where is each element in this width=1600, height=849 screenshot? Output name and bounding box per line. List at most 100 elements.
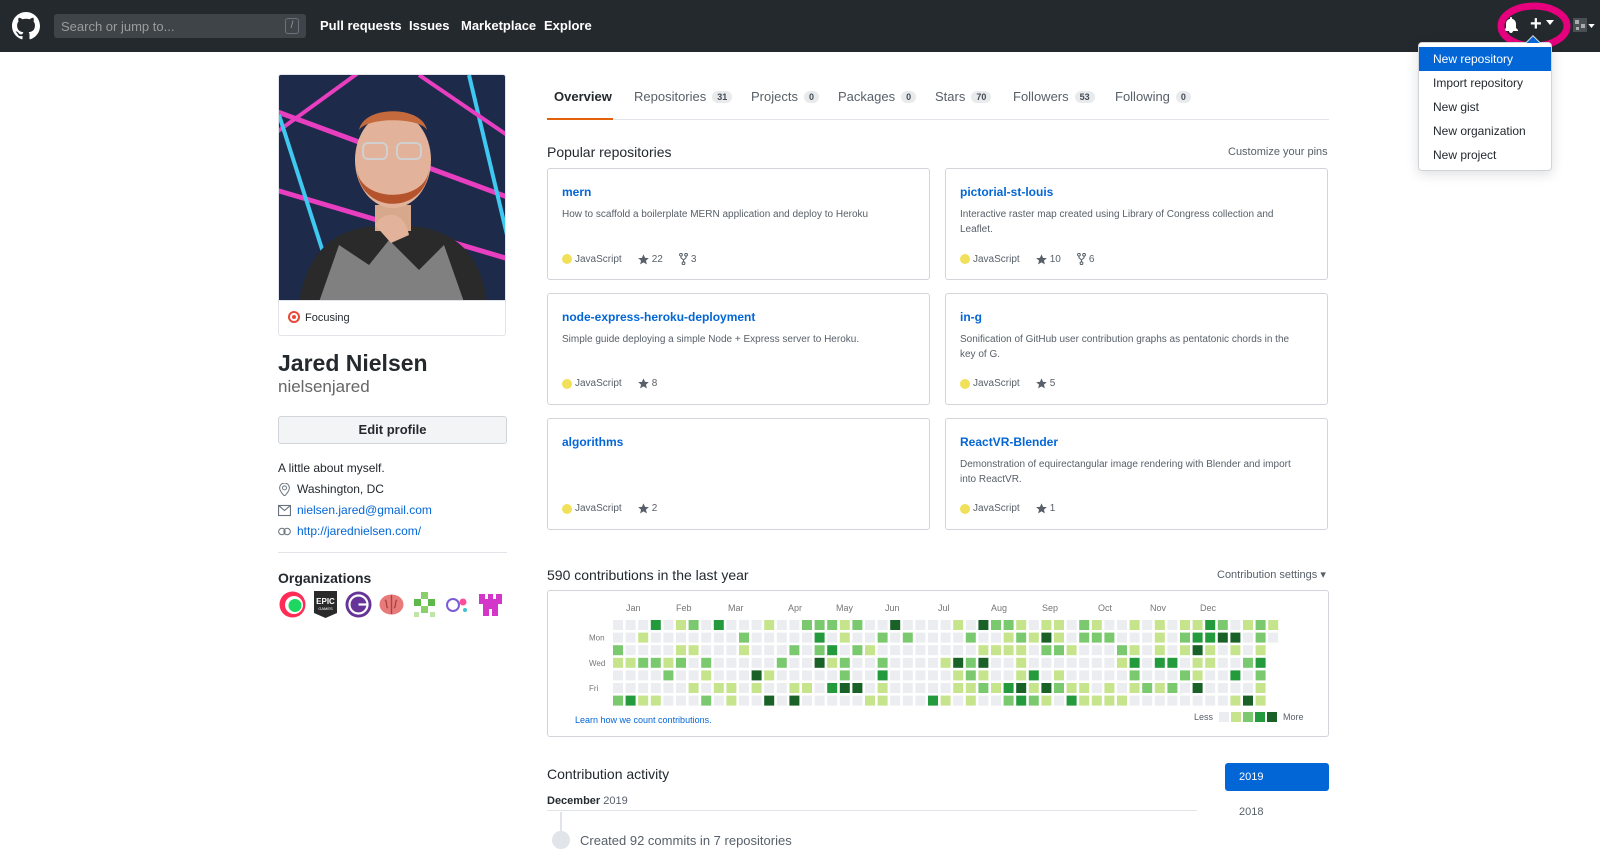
contribution-day-cell[interactable]: [751, 657, 762, 668]
contribution-day-cell[interactable]: [890, 670, 901, 681]
contribution-day-cell[interactable]: [1091, 670, 1102, 681]
contribution-day-cell[interactable]: [965, 657, 976, 668]
contribution-day-cell[interactable]: [1243, 695, 1253, 706]
contribution-day-cell[interactable]: [839, 695, 850, 706]
contribution-day-cell[interactable]: [1142, 670, 1153, 681]
contribution-day-cell[interactable]: [1129, 620, 1140, 630]
repo-stars-link[interactable]: 10: [1035, 254, 1061, 265]
contribution-day-cell[interactable]: [865, 657, 875, 668]
contribution-day-cell[interactable]: [1003, 670, 1014, 681]
contribution-day-cell[interactable]: [1129, 670, 1140, 681]
contribution-day-cell[interactable]: [852, 670, 863, 681]
contribution-day-cell[interactable]: [1091, 695, 1102, 706]
contribution-day-cell[interactable]: [1192, 645, 1203, 656]
repo-stars-link[interactable]: 8: [637, 378, 657, 389]
contribution-day-cell[interactable]: [676, 683, 686, 693]
contribution-day-cell[interactable]: [852, 620, 863, 630]
contribution-day-cell[interactable]: [890, 683, 901, 693]
contribution-day-cell[interactable]: [676, 695, 686, 706]
contribution-day-cell[interactable]: [802, 695, 812, 706]
contribution-day-cell[interactable]: [1142, 657, 1153, 668]
contribution-day-cell[interactable]: [1091, 683, 1102, 693]
contribution-settings-dropdown[interactable]: Contribution settings ▾: [1217, 568, 1326, 581]
contribution-day-cell[interactable]: [650, 645, 661, 656]
contribution-day-cell[interactable]: [1255, 657, 1266, 668]
contribution-day-cell[interactable]: [751, 632, 762, 643]
contribution-day-cell[interactable]: [940, 670, 951, 681]
contribution-day-cell[interactable]: [1003, 657, 1014, 668]
contribution-day-cell[interactable]: [839, 683, 850, 693]
contribution-day-cell[interactable]: [1142, 632, 1153, 643]
contribution-day-cell[interactable]: [1167, 645, 1178, 656]
contribution-day-cell[interactable]: [764, 645, 775, 656]
contribution-day-cell[interactable]: [928, 620, 938, 630]
contribution-day-cell[interactable]: [739, 670, 749, 681]
contribution-day-cell[interactable]: [1180, 620, 1190, 630]
contribution-day-cell[interactable]: [1217, 620, 1228, 630]
org-avatar-epic-games[interactable]: EPICGAMES: [311, 590, 340, 619]
contribution-day-cell[interactable]: [1180, 695, 1190, 706]
contribution-day-cell[interactable]: [789, 683, 800, 693]
contribution-day-cell[interactable]: [726, 620, 737, 630]
contribution-day-cell[interactable]: [1129, 645, 1140, 656]
contribution-day-cell[interactable]: [726, 632, 737, 643]
menu-item-new-organization[interactable]: New organization: [1419, 119, 1551, 143]
contribution-day-cell[interactable]: [1129, 657, 1140, 668]
contribution-day-cell[interactable]: [1255, 683, 1266, 693]
contribution-day-cell[interactable]: [1041, 695, 1052, 706]
contribution-day-cell[interactable]: [915, 683, 926, 693]
contribution-day-cell[interactable]: [1016, 657, 1027, 668]
contribution-day-cell[interactable]: [839, 670, 850, 681]
contribution-day-cell[interactable]: [726, 695, 737, 706]
contribution-day-cell[interactable]: [1054, 683, 1064, 693]
contribution-day-cell[interactable]: [701, 695, 712, 706]
menu-item-import-repository[interactable]: Import repository: [1419, 71, 1551, 95]
contribution-day-cell[interactable]: [764, 695, 775, 706]
contribution-day-cell[interactable]: [1192, 657, 1203, 668]
contribution-day-cell[interactable]: [814, 695, 825, 706]
contribution-day-cell[interactable]: [1230, 683, 1241, 693]
contribution-day-cell[interactable]: [764, 632, 775, 643]
contribution-day-cell[interactable]: [877, 620, 888, 630]
contribution-day-cell[interactable]: [1154, 695, 1165, 706]
contribution-day-cell[interactable]: [638, 695, 649, 706]
profile-photo[interactable]: [278, 74, 506, 301]
contribution-day-cell[interactable]: [1079, 632, 1090, 643]
contribution-day-cell[interactable]: [1129, 683, 1140, 693]
contribution-day-cell[interactable]: [1117, 620, 1127, 630]
contribution-day-cell[interactable]: [1217, 683, 1228, 693]
menu-item-new-repository[interactable]: New repository: [1419, 47, 1551, 71]
contribution-day-cell[interactable]: [991, 683, 1001, 693]
contribution-day-cell[interactable]: [713, 670, 724, 681]
contribution-day-cell[interactable]: [726, 670, 737, 681]
contribution-day-cell[interactable]: [613, 670, 623, 681]
contribution-day-cell[interactable]: [865, 620, 875, 630]
contribution-day-cell[interactable]: [663, 695, 674, 706]
contribution-day-cell[interactable]: [1041, 632, 1052, 643]
contribution-day-cell[interactable]: [965, 683, 976, 693]
contribution-day-cell[interactable]: [789, 657, 800, 668]
repo-name-link[interactable]: mern: [562, 185, 591, 199]
contribution-day-cell[interactable]: [852, 657, 863, 668]
contribution-day-cell[interactable]: [802, 632, 812, 643]
contribution-day-cell[interactable]: [676, 645, 686, 656]
contribution-day-cell[interactable]: [940, 657, 951, 668]
contribution-day-cell[interactable]: [827, 657, 838, 668]
tab-overview[interactable]: Overview: [554, 89, 612, 104]
contribution-day-cell[interactable]: [776, 670, 787, 681]
contribution-day-cell[interactable]: [915, 620, 926, 630]
contribution-day-cell[interactable]: [1091, 645, 1102, 656]
contribution-day-cell[interactable]: [991, 670, 1001, 681]
contribution-day-cell[interactable]: [1154, 645, 1165, 656]
contribution-day-cell[interactable]: [1028, 632, 1039, 643]
contribution-day-cell[interactable]: [789, 620, 800, 630]
contribution-day-cell[interactable]: [776, 645, 787, 656]
contribution-day-cell[interactable]: [865, 695, 875, 706]
org-avatar-brain[interactable]: [377, 590, 406, 619]
contribution-day-cell[interactable]: [676, 632, 686, 643]
nav-pull-requests[interactable]: Pull requests: [320, 18, 402, 33]
menu-item-new-gist[interactable]: New gist: [1419, 95, 1551, 119]
contribution-day-cell[interactable]: [1091, 632, 1102, 643]
contribution-day-cell[interactable]: [1167, 683, 1178, 693]
contribution-day-cell[interactable]: [902, 695, 913, 706]
